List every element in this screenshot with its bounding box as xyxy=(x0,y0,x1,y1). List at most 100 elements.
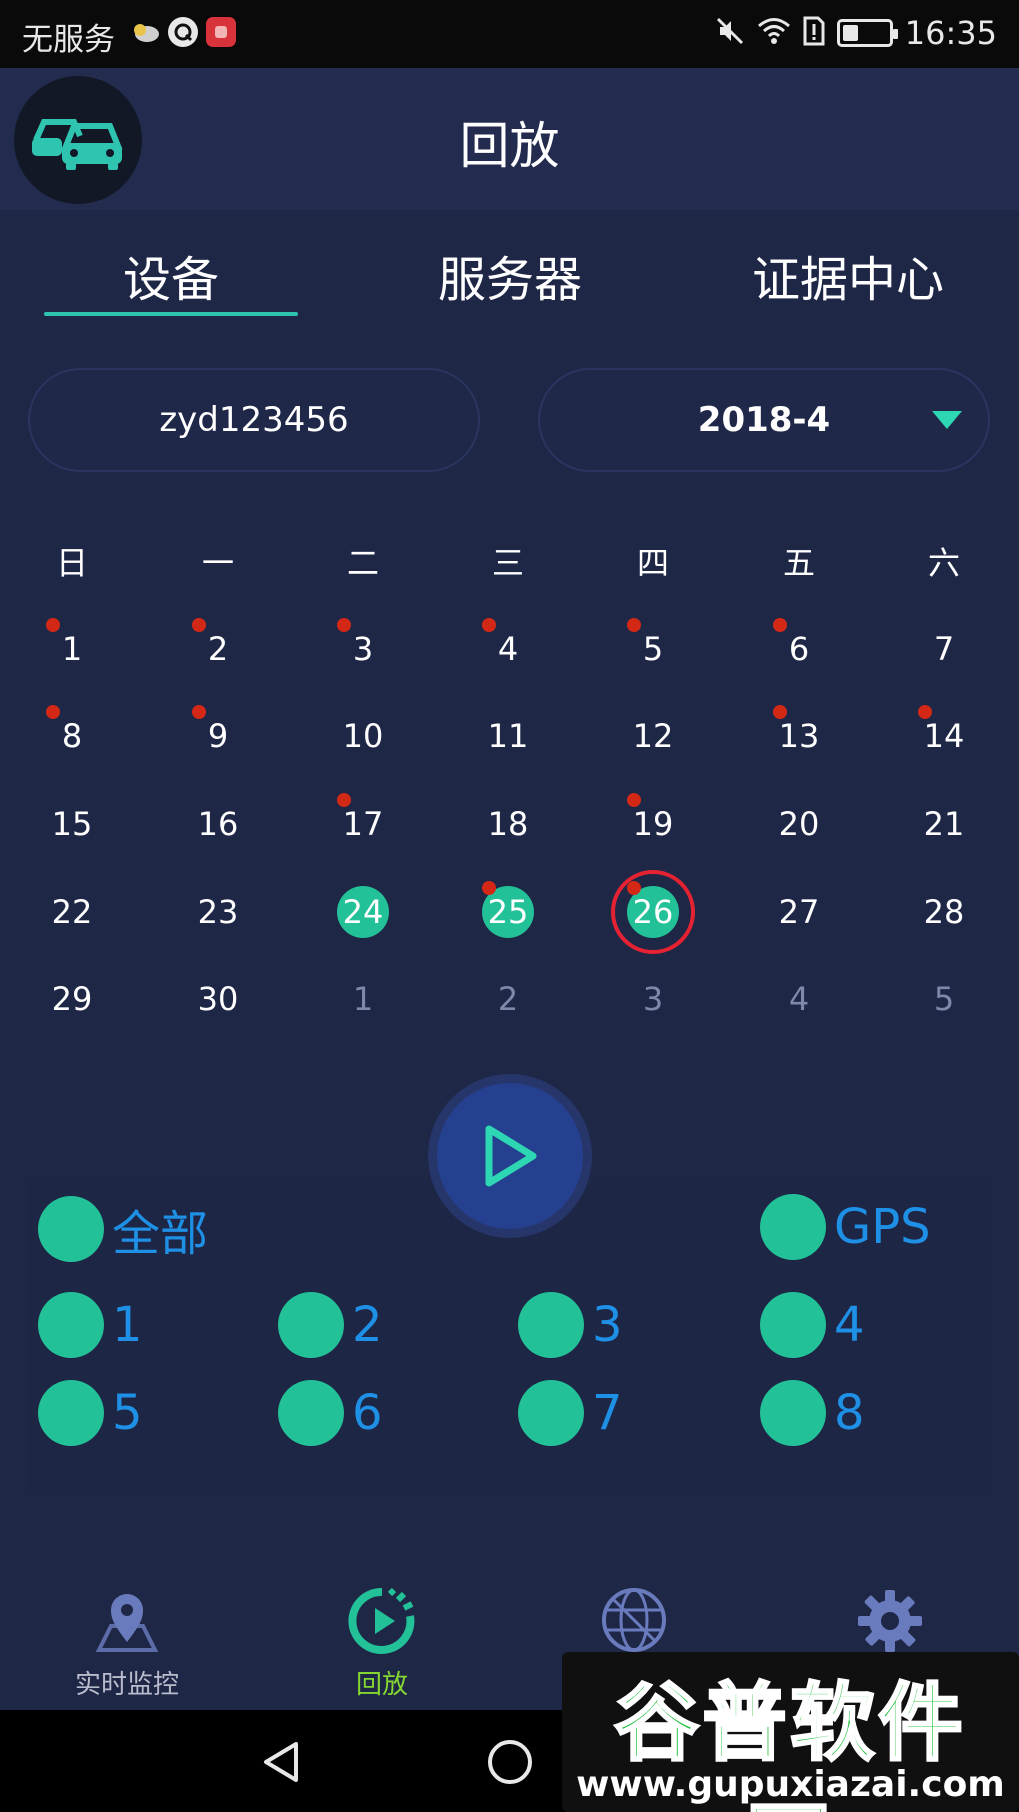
calendar-day[interactable]: 20 xyxy=(757,782,841,866)
globe-icon xyxy=(602,1588,666,1652)
channel-toggle[interactable]: 3 xyxy=(518,1292,623,1358)
recording-dot xyxy=(46,618,60,632)
channel-toggle[interactable]: 4 xyxy=(760,1292,865,1358)
channel-toggle[interactable]: 2 xyxy=(278,1292,383,1358)
calendar-day[interactable]: 21 xyxy=(902,782,986,866)
back-icon[interactable] xyxy=(258,1738,306,1786)
nav-live-monitor[interactable]: 实时监控 xyxy=(37,1586,217,1701)
device-id: zyd123456 xyxy=(159,400,349,440)
channel-gps-toggle[interactable]: GPS xyxy=(760,1194,931,1260)
weekday-header: 日一二三四五六 xyxy=(0,530,1019,582)
tab-server[interactable]: 服务器 xyxy=(400,240,620,310)
day-number: 5 xyxy=(642,630,664,668)
channel-label: 6 xyxy=(352,1385,383,1441)
calendar-day[interactable]: 19 xyxy=(611,782,695,866)
day-number: 18 xyxy=(487,805,529,843)
calendar-day[interactable]: 8 xyxy=(30,694,114,778)
day-number: 2 xyxy=(497,980,519,1018)
day-number: 20 xyxy=(778,805,820,843)
calendar-day[interactable]: 16 xyxy=(176,782,260,866)
calendar-day[interactable]: 10 xyxy=(321,694,405,778)
month-selector[interactable]: 2018-4 xyxy=(538,368,990,472)
battery-fill xyxy=(842,25,858,41)
day-number: 1 xyxy=(352,980,374,1018)
channel-toggle-dot xyxy=(38,1292,104,1358)
calendar-day[interactable]: 12 xyxy=(611,694,695,778)
nav-playback[interactable]: 回放 xyxy=(292,1586,472,1701)
day-number: 12 xyxy=(632,717,674,755)
nav-label-live-monitor: 实时监控 xyxy=(74,1670,179,1700)
calendar-day[interactable]: 17 xyxy=(321,782,405,866)
channel-toggle[interactable]: 8 xyxy=(760,1380,865,1446)
day-number: 9 xyxy=(207,717,229,755)
recording-dot xyxy=(482,618,496,632)
gear-icon xyxy=(858,1590,922,1652)
calendar-day[interactable]: 14 xyxy=(902,694,986,778)
channel-toggle[interactable]: 1 xyxy=(38,1292,143,1358)
calendar-day[interactable]: 1 xyxy=(321,957,405,1041)
calendar-day[interactable]: 5 xyxy=(611,607,695,691)
recording-dot xyxy=(627,618,641,632)
calendar-day[interactable]: 13 xyxy=(757,694,841,778)
day-number: 21 xyxy=(923,805,965,843)
play-button[interactable] xyxy=(428,1074,592,1238)
selected-month: 2018-4 xyxy=(697,400,831,440)
calendar-day[interactable]: 28 xyxy=(902,870,986,954)
home-icon[interactable] xyxy=(486,1738,534,1786)
day-number: 15 xyxy=(51,805,93,843)
calendar-day[interactable]: 7 xyxy=(902,607,986,691)
status-bar: 无服务 16:35 xyxy=(0,0,1019,68)
channel-label: 3 xyxy=(592,1297,623,1353)
calendar-day[interactable]: 11 xyxy=(466,694,550,778)
calendar-day[interactable]: 6 xyxy=(757,607,841,691)
calendar-day[interactable]: 30 xyxy=(176,957,260,1041)
recording-dot xyxy=(773,618,787,632)
calendar-day[interactable]: 26 xyxy=(611,870,695,954)
channel-label: 5 xyxy=(112,1385,143,1441)
play-icon xyxy=(485,1125,537,1187)
calendar-day[interactable]: 27 xyxy=(757,870,841,954)
day-number: 11 xyxy=(487,717,529,755)
playback-screen: 无服务 16:35 回放 设备 服务器 证据中心 zyd123456 2018-… xyxy=(0,0,1019,1812)
app-header: 回放 xyxy=(0,68,1019,210)
day-number: 8 xyxy=(61,717,83,755)
calendar-day[interactable]: 15 xyxy=(30,782,114,866)
channel-toggle[interactable]: 6 xyxy=(278,1380,383,1446)
day-number: 23 xyxy=(197,893,239,931)
channel-toggle-dot xyxy=(278,1292,344,1358)
tab-device[interactable]: 设备 xyxy=(44,240,298,310)
calendar-day[interactable]: 9 xyxy=(176,694,260,778)
channel-toggle-dot xyxy=(38,1380,104,1446)
calendar-day[interactable]: 29 xyxy=(30,957,114,1041)
day-number: 4 xyxy=(788,980,810,1018)
day-number: 4 xyxy=(497,630,519,668)
calendar-day[interactable]: 3 xyxy=(321,607,405,691)
channel-toggle[interactable]: 5 xyxy=(38,1380,143,1446)
channel-toggle[interactable]: 7 xyxy=(518,1380,623,1446)
tab-evidence-center[interactable]: 证据中心 xyxy=(728,240,968,310)
calendar-day[interactable]: 1 xyxy=(30,607,114,691)
channel-toggle-dot xyxy=(38,1196,104,1262)
nav-network[interactable] xyxy=(544,1586,724,1660)
calendar-day[interactable]: 4 xyxy=(466,607,550,691)
calendar-day[interactable]: 2 xyxy=(466,957,550,1041)
day-number: 17 xyxy=(342,805,384,843)
nav-settings[interactable] xyxy=(800,1586,980,1660)
day-number: 26 xyxy=(632,893,674,931)
device-selector[interactable]: zyd123456 xyxy=(28,368,480,472)
day-number: 16 xyxy=(197,805,239,843)
calendar-day[interactable]: 18 xyxy=(466,782,550,866)
day-number: 14 xyxy=(923,717,965,755)
calendar-day[interactable]: 5 xyxy=(902,957,986,1041)
calendar-day[interactable]: 25 xyxy=(466,870,550,954)
calendar-day[interactable]: 3 xyxy=(611,957,695,1041)
recording-dot xyxy=(337,618,351,632)
channel-all-toggle[interactable]: 全部 xyxy=(38,1194,208,1264)
calendar-day[interactable]: 22 xyxy=(30,870,114,954)
day-number: 25 xyxy=(487,893,529,931)
calendar-day[interactable]: 2 xyxy=(176,607,260,691)
calendar-day[interactable]: 23 xyxy=(176,870,260,954)
calendar-day[interactable]: 4 xyxy=(757,957,841,1041)
calendar-day[interactable]: 24 xyxy=(321,870,405,954)
dropdown-arrow-icon xyxy=(932,411,962,429)
